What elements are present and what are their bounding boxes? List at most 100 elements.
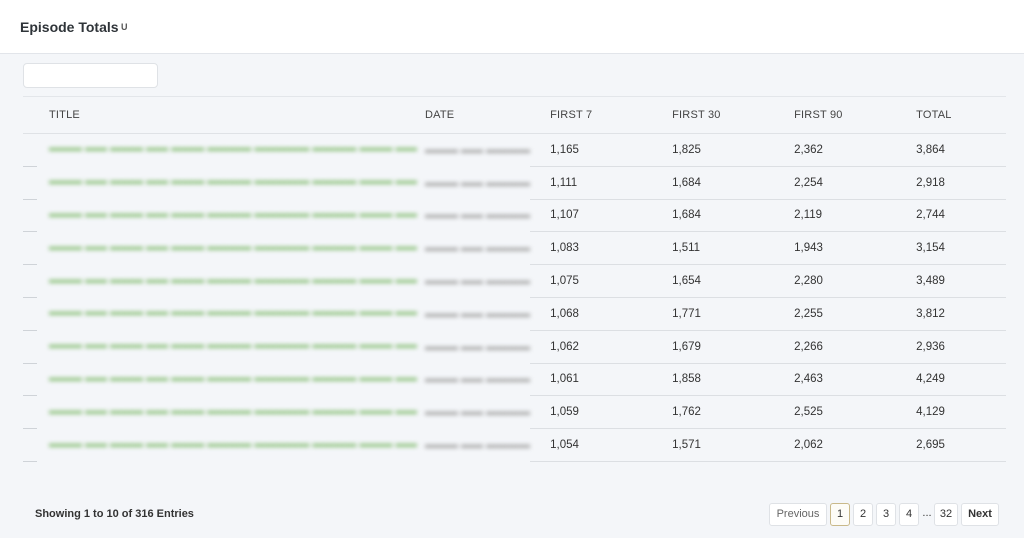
total-cell: 2,936 bbox=[896, 330, 1006, 364]
episode-title-link[interactable]: ▬▬▬ ▬▬ ▬▬▬ ▬▬ ▬▬▬ ▬▬▬▬ ▬▬▬▬▬ ▬▬▬▬ ▬▬▬ ▬▬… bbox=[49, 339, 417, 351]
episode-title-link[interactable]: ▬▬▬ ▬▬ ▬▬▬ ▬▬ ▬▬▬ ▬▬▬▬ ▬▬▬▬▬ ▬▬▬▬ ▬▬▬ ▬▬… bbox=[49, 306, 417, 318]
panel-header: Episode Totals U bbox=[0, 0, 1024, 54]
first7-cell: 1,111 bbox=[530, 166, 653, 200]
episode-title-link[interactable]: ▬▬▬ ▬▬ ▬▬▬ ▬▬ ▬▬▬ ▬▬▬▬ ▬▬▬▬▬ ▬▬▬▬ ▬▬▬ ▬▬… bbox=[49, 142, 417, 154]
first90-cell: 2,463 bbox=[774, 363, 897, 397]
table-row[interactable]: ▬▬▬ ▬▬ ▬▬▬ ▬▬ ▬▬▬ ▬▬▬▬ ▬▬▬▬▬ ▬▬▬▬ ▬▬▬ ▬▬… bbox=[23, 231, 1006, 266]
first90-cell: 1,943 bbox=[774, 231, 897, 266]
title-cell: ▬▬▬ ▬▬ ▬▬▬ ▬▬ ▬▬▬ ▬▬▬▬ ▬▬▬▬▬ ▬▬▬▬ ▬▬▬ ▬▬… bbox=[23, 330, 425, 364]
first7-cell: 1,068 bbox=[530, 297, 653, 331]
episode-title-link[interactable]: ▬▬▬ ▬▬ ▬▬▬ ▬▬ ▬▬▬ ▬▬▬▬ ▬▬▬▬▬ ▬▬▬▬ ▬▬▬ ▬▬… bbox=[49, 241, 417, 253]
column-header-first30[interactable]: FIRST 30 bbox=[652, 96, 775, 134]
title-cell: ▬▬▬ ▬▬ ▬▬▬ ▬▬ ▬▬▬ ▬▬▬▬ ▬▬▬▬▬ ▬▬▬▬ ▬▬▬ ▬▬… bbox=[23, 429, 425, 462]
column-header-date[interactable]: DATE bbox=[425, 96, 531, 134]
title-cell: ▬▬▬ ▬▬ ▬▬▬ ▬▬ ▬▬▬ ▬▬▬▬ ▬▬▬▬▬ ▬▬▬▬ ▬▬▬ ▬▬… bbox=[23, 265, 425, 298]
row-divider bbox=[23, 460, 37, 462]
first7-cell: 1,165 bbox=[530, 133, 653, 167]
title-cell: ▬▬▬ ▬▬ ▬▬▬ ▬▬ ▬▬▬ ▬▬▬▬ ▬▬▬▬▬ ▬▬▬▬ ▬▬▬ ▬▬… bbox=[23, 166, 425, 200]
next-page-button[interactable]: Next bbox=[961, 503, 999, 526]
table-row[interactable]: ▬▬▬ ▬▬ ▬▬▬ ▬▬ ▬▬▬ ▬▬▬▬ ▬▬▬▬▬ ▬▬▬▬ ▬▬▬ ▬▬… bbox=[23, 166, 1006, 200]
table-row[interactable]: ▬▬▬ ▬▬ ▬▬▬ ▬▬ ▬▬▬ ▬▬▬▬ ▬▬▬▬▬ ▬▬▬▬ ▬▬▬ ▬▬… bbox=[23, 363, 1006, 397]
table-row[interactable]: ▬▬▬ ▬▬ ▬▬▬ ▬▬ ▬▬▬ ▬▬▬▬ ▬▬▬▬▬ ▬▬▬▬ ▬▬▬ ▬▬… bbox=[23, 133, 1006, 167]
first90-cell: 2,280 bbox=[774, 264, 897, 298]
panel-title: Episode Totals bbox=[20, 19, 119, 35]
page-button-1[interactable]: 1 bbox=[830, 503, 850, 526]
total-cell: 2,918 bbox=[896, 166, 1006, 200]
episode-date: ▬▬▬ ▬▬ ▬▬▬▬ bbox=[425, 406, 531, 419]
search-input[interactable] bbox=[23, 63, 158, 88]
column-header-total[interactable]: TOTAL bbox=[896, 96, 1006, 134]
title-cell: ▬▬▬ ▬▬ ▬▬▬ ▬▬ ▬▬▬ ▬▬▬▬ ▬▬▬▬▬ ▬▬▬▬ ▬▬▬ ▬▬… bbox=[23, 134, 425, 167]
table-row[interactable]: ▬▬▬ ▬▬ ▬▬▬ ▬▬ ▬▬▬ ▬▬▬▬ ▬▬▬▬▬ ▬▬▬▬ ▬▬▬ ▬▬… bbox=[23, 297, 1006, 331]
page-button-last[interactable]: 32 bbox=[934, 503, 958, 526]
first90-cell: 2,525 bbox=[774, 395, 897, 430]
date-cell: ▬▬▬ ▬▬ ▬▬▬▬ bbox=[425, 396, 530, 429]
first90-cell: 2,266 bbox=[774, 330, 897, 364]
episode-date: ▬▬▬ ▬▬ ▬▬▬▬ bbox=[425, 143, 531, 156]
first90-cell: 2,255 bbox=[774, 297, 897, 331]
table-row[interactable]: ▬▬▬ ▬▬ ▬▬▬ ▬▬ ▬▬▬ ▬▬▬▬ ▬▬▬▬▬ ▬▬▬▬ ▬▬▬ ▬▬… bbox=[23, 428, 1006, 462]
sort-indicator-icon[interactable]: U bbox=[121, 22, 128, 32]
first90-cell: 2,062 bbox=[774, 428, 897, 462]
episode-table: TITLE DATE FIRST 7 FIRST 30 FIRST 90 TOT… bbox=[23, 96, 1006, 462]
column-header-title[interactable]: TITLE bbox=[23, 96, 425, 134]
total-cell: 2,695 bbox=[896, 428, 1006, 462]
column-header-first7[interactable]: FIRST 7 bbox=[530, 96, 653, 134]
first30-cell: 1,654 bbox=[652, 264, 775, 298]
episode-title-link[interactable]: ▬▬▬ ▬▬ ▬▬▬ ▬▬ ▬▬▬ ▬▬▬▬ ▬▬▬▬▬ ▬▬▬▬ ▬▬▬ ▬▬… bbox=[49, 208, 417, 220]
table-row[interactable]: ▬▬▬ ▬▬ ▬▬▬ ▬▬ ▬▬▬ ▬▬▬▬ ▬▬▬▬▬ ▬▬▬▬ ▬▬▬ ▬▬… bbox=[23, 395, 1006, 430]
episode-totals-panel: Episode Totals U TITLE DATE FIRST 7 FIRS… bbox=[0, 0, 1024, 538]
episode-title-link[interactable]: ▬▬▬ ▬▬ ▬▬▬ ▬▬ ▬▬▬ ▬▬▬▬ ▬▬▬▬▬ ▬▬▬▬ ▬▬▬ ▬▬… bbox=[49, 175, 417, 187]
table-row[interactable]: ▬▬▬ ▬▬ ▬▬▬ ▬▬ ▬▬▬ ▬▬▬▬ ▬▬▬▬▬ ▬▬▬▬ ▬▬▬ ▬▬… bbox=[23, 264, 1006, 298]
total-cell: 4,129 bbox=[896, 395, 1006, 430]
first30-cell: 1,858 bbox=[652, 363, 775, 397]
date-cell: ▬▬▬ ▬▬ ▬▬▬▬ bbox=[425, 166, 530, 199]
date-cell: ▬▬▬ ▬▬ ▬▬▬▬ bbox=[425, 265, 530, 298]
total-cell: 3,812 bbox=[896, 297, 1006, 331]
first90-cell: 2,254 bbox=[774, 166, 897, 200]
page-button-2[interactable]: 2 bbox=[853, 503, 873, 526]
episode-date: ▬▬▬ ▬▬ ▬▬▬▬ bbox=[425, 439, 531, 452]
first7-cell: 1,054 bbox=[530, 428, 653, 462]
episode-title-link[interactable]: ▬▬▬ ▬▬ ▬▬▬ ▬▬ ▬▬▬ ▬▬▬▬ ▬▬▬▬▬ ▬▬▬▬ ▬▬▬ ▬▬… bbox=[49, 274, 417, 286]
episode-date: ▬▬▬ ▬▬ ▬▬▬▬ bbox=[425, 340, 531, 353]
first30-cell: 1,511 bbox=[652, 231, 775, 266]
episode-date: ▬▬▬ ▬▬ ▬▬▬▬ bbox=[425, 373, 531, 386]
title-cell: ▬▬▬ ▬▬ ▬▬▬ ▬▬ ▬▬▬ ▬▬▬▬ ▬▬▬▬▬ ▬▬▬▬ ▬▬▬ ▬▬… bbox=[23, 396, 425, 430]
first90-cell: 2,362 bbox=[774, 133, 897, 167]
first7-cell: 1,062 bbox=[530, 330, 653, 364]
pagination: Previous 1 2 3 4 ... 32 Next bbox=[769, 503, 999, 526]
table-row[interactable]: ▬▬▬ ▬▬ ▬▬▬ ▬▬ ▬▬▬ ▬▬▬▬ ▬▬▬▬▬ ▬▬▬▬ ▬▬▬ ▬▬… bbox=[23, 330, 1006, 364]
title-cell: ▬▬▬ ▬▬ ▬▬▬ ▬▬ ▬▬▬ ▬▬▬▬ ▬▬▬▬▬ ▬▬▬▬ ▬▬▬ ▬▬… bbox=[23, 199, 425, 233]
first7-cell: 1,059 bbox=[530, 395, 653, 430]
page-button-3[interactable]: 3 bbox=[876, 503, 896, 526]
page-button-4[interactable]: 4 bbox=[899, 503, 919, 526]
entries-info: Showing 1 to 10 of 316 Entries bbox=[35, 508, 194, 520]
first30-cell: 1,825 bbox=[652, 133, 775, 167]
first30-cell: 1,571 bbox=[652, 428, 775, 462]
date-cell: ▬▬▬ ▬▬ ▬▬▬▬ bbox=[425, 363, 530, 396]
episode-date: ▬▬▬ ▬▬ ▬▬▬▬ bbox=[425, 275, 531, 288]
table-row[interactable]: ▬▬▬ ▬▬ ▬▬▬ ▬▬ ▬▬▬ ▬▬▬▬ ▬▬▬▬▬ ▬▬▬▬ ▬▬▬ ▬▬… bbox=[23, 199, 1006, 233]
pagination-ellipsis: ... bbox=[922, 507, 932, 519]
total-cell: 4,249 bbox=[896, 363, 1006, 397]
first7-cell: 1,061 bbox=[530, 363, 653, 397]
first30-cell: 1,684 bbox=[652, 166, 775, 200]
first7-cell: 1,075 bbox=[530, 264, 653, 298]
table-header-row: TITLE DATE FIRST 7 FIRST 30 FIRST 90 TOT… bbox=[23, 96, 1006, 134]
title-cell: ▬▬▬ ▬▬ ▬▬▬ ▬▬ ▬▬▬ ▬▬▬▬ ▬▬▬▬▬ ▬▬▬▬ ▬▬▬ ▬▬… bbox=[23, 363, 425, 397]
first30-cell: 1,679 bbox=[652, 330, 775, 364]
date-cell: ▬▬▬ ▬▬ ▬▬▬▬ bbox=[425, 330, 530, 363]
episode-title-link[interactable]: ▬▬▬ ▬▬ ▬▬▬ ▬▬ ▬▬▬ ▬▬▬▬ ▬▬▬▬▬ ▬▬▬▬ ▬▬▬ ▬▬… bbox=[49, 438, 417, 450]
first30-cell: 1,684 bbox=[652, 199, 775, 233]
first7-cell: 1,083 bbox=[530, 231, 653, 266]
first90-cell: 2,119 bbox=[774, 199, 897, 233]
previous-page-button[interactable]: Previous bbox=[769, 503, 827, 526]
episode-title-link[interactable]: ▬▬▬ ▬▬ ▬▬▬ ▬▬ ▬▬▬ ▬▬▬▬ ▬▬▬▬▬ ▬▬▬▬ ▬▬▬ ▬▬… bbox=[49, 405, 417, 417]
date-cell: ▬▬▬ ▬▬ ▬▬▬▬ bbox=[425, 199, 530, 232]
column-header-first90[interactable]: FIRST 90 bbox=[774, 96, 897, 134]
total-cell: 2,744 bbox=[896, 199, 1006, 233]
first30-cell: 1,762 bbox=[652, 395, 775, 430]
episode-title-link[interactable]: ▬▬▬ ▬▬ ▬▬▬ ▬▬ ▬▬▬ ▬▬▬▬ ▬▬▬▬▬ ▬▬▬▬ ▬▬▬ ▬▬… bbox=[49, 372, 417, 384]
date-cell: ▬▬▬ ▬▬ ▬▬▬▬ bbox=[425, 134, 530, 167]
